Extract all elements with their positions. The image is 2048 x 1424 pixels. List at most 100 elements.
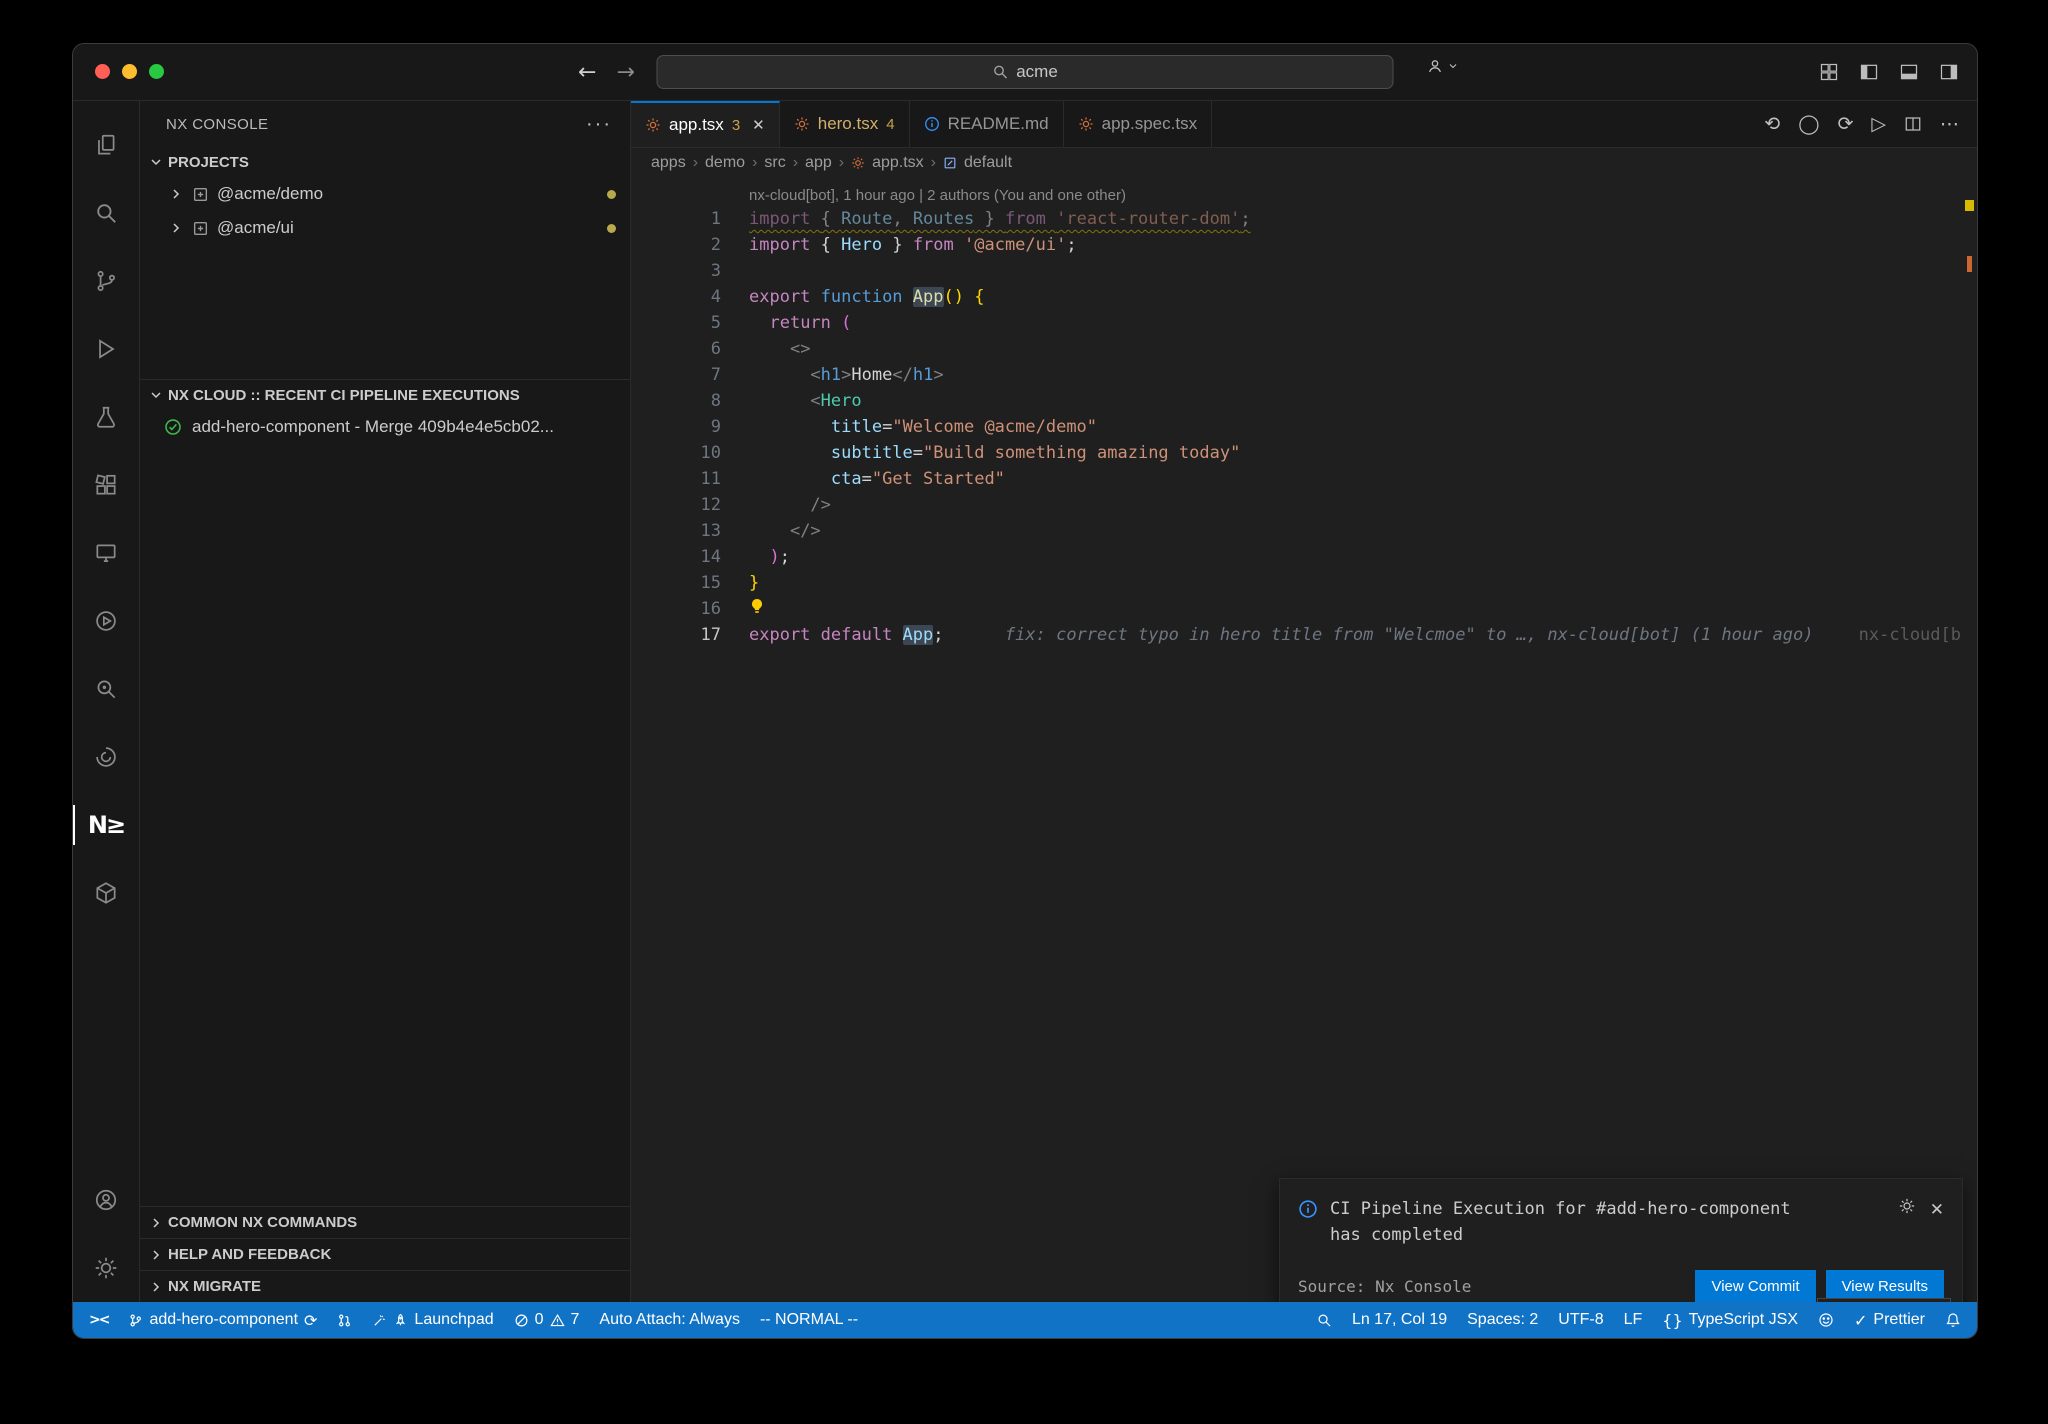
command-center-search[interactable]: acme bbox=[657, 55, 1394, 89]
nx-cloud-section-header[interactable]: NX CLOUD :: RECENT CI PIPELINE EXECUTION… bbox=[140, 380, 630, 410]
azure-icon[interactable] bbox=[73, 723, 139, 791]
line-number[interactable]: 12 bbox=[631, 492, 749, 518]
tab-app-spec-tsx[interactable]: app.spec.tsx bbox=[1064, 101, 1212, 147]
tab-readme-md[interactable]: README.md bbox=[910, 101, 1064, 147]
settings-gear-icon[interactable] bbox=[73, 1234, 139, 1302]
zoom-window-button[interactable] bbox=[149, 64, 164, 79]
cursor-position[interactable]: Ln 17, Col 19 bbox=[1342, 1302, 1457, 1338]
language-mode[interactable]: {}TypeScript JSX bbox=[1652, 1302, 1808, 1338]
code-line[interactable]: 2import { Hero } from '@acme/ui'; bbox=[631, 232, 1977, 258]
navigate-back-icon[interactable]: ← bbox=[578, 60, 596, 85]
indentation-indicator[interactable]: Spaces: 2 bbox=[1457, 1302, 1548, 1338]
nx-console-icon[interactable]: N≥ bbox=[73, 791, 139, 859]
branch-indicator[interactable]: add-hero-component ⟳ bbox=[118, 1302, 327, 1338]
breadcrumb-item[interactable]: apps bbox=[651, 154, 686, 172]
line-number[interactable]: 14 bbox=[631, 544, 749, 570]
code-line[interactable]: 10 subtitle="Build something amazing tod… bbox=[631, 440, 1977, 466]
code-line[interactable]: 16 bbox=[631, 596, 1977, 622]
line-number[interactable]: 13 bbox=[631, 518, 749, 544]
formatter-indicator[interactable]: ✓ Prettier bbox=[1844, 1302, 1935, 1338]
line-number[interactable]: 5 bbox=[631, 310, 749, 336]
code-line[interactable]: 4export function App() { bbox=[631, 284, 1977, 310]
more-actions-icon[interactable]: ··· bbox=[586, 113, 612, 136]
sync-changes-icon[interactable]: ⟳ bbox=[304, 1311, 317, 1330]
launchpad-button[interactable]: Launchpad bbox=[362, 1302, 503, 1338]
extensions-icon[interactable] bbox=[73, 451, 139, 519]
sync-icon[interactable]: ⟳ bbox=[1837, 113, 1853, 135]
encoding-indicator[interactable]: UTF-8 bbox=[1548, 1302, 1613, 1338]
testing-icon[interactable] bbox=[73, 383, 139, 451]
close-window-button[interactable] bbox=[95, 64, 110, 79]
code-editor[interactable]: nx-cloud[bot], 1 hour ago | 2 authors (Y… bbox=[631, 178, 1977, 1302]
code-line[interactable]: 3 bbox=[631, 258, 1977, 284]
tab-app-tsx[interactable]: app.tsx 3 ✕ bbox=[631, 101, 780, 147]
line-number[interactable]: 1 bbox=[631, 206, 749, 232]
projects-section-header[interactable]: PROJECTS bbox=[140, 147, 630, 177]
code-line[interactable]: nx-cloud[bot], 1 hour ago | 2 authors (Y… bbox=[631, 182, 1977, 206]
breadcrumb-item[interactable]: demo bbox=[705, 154, 745, 172]
source-control-icon[interactable] bbox=[73, 247, 139, 315]
code-line[interactable]: 5 return ( bbox=[631, 310, 1977, 336]
breadcrumb-item[interactable]: src bbox=[764, 154, 785, 172]
close-notification-icon[interactable]: ✕ bbox=[1930, 1197, 1944, 1248]
notifications-bell[interactable] bbox=[1935, 1302, 1971, 1338]
tab-hero-tsx[interactable]: hero.tsx 4 bbox=[780, 101, 910, 147]
code-search-icon[interactable] bbox=[73, 655, 139, 723]
code-line[interactable]: 14 ); bbox=[631, 544, 1977, 570]
outline-icon[interactable]: ◯ bbox=[1798, 113, 1819, 135]
accounts-icon[interactable] bbox=[73, 1166, 139, 1234]
code-line[interactable]: 1import { Route, Routes } from 'react-ro… bbox=[631, 206, 1977, 232]
explorer-icon[interactable] bbox=[73, 111, 139, 179]
code-line[interactable]: 9 title="Welcome @acme/demo" bbox=[631, 414, 1977, 440]
project-item-acme-demo[interactable]: @acme/demo bbox=[140, 177, 630, 211]
line-number[interactable] bbox=[631, 182, 749, 206]
line-number[interactable]: 15 bbox=[631, 570, 749, 596]
minimize-window-button[interactable] bbox=[122, 64, 137, 79]
notification-settings-gear-icon[interactable] bbox=[1898, 1197, 1916, 1215]
line-number[interactable]: 7 bbox=[631, 362, 749, 388]
line-number[interactable]: 3 bbox=[631, 258, 749, 284]
code-line[interactable]: 13 </> bbox=[631, 518, 1977, 544]
auto-attach-indicator[interactable]: Auto Attach: Always bbox=[589, 1302, 750, 1338]
line-number[interactable]: 16 bbox=[631, 596, 749, 622]
line-number[interactable]: 4 bbox=[631, 284, 749, 310]
code-line[interactable]: 11 cta="Get Started" bbox=[631, 466, 1977, 492]
line-number[interactable]: 17 bbox=[631, 622, 749, 648]
line-number[interactable]: 6 bbox=[631, 336, 749, 362]
run-and-debug-icon[interactable] bbox=[73, 315, 139, 383]
lightbulb-icon[interactable] bbox=[749, 598, 767, 614]
line-number[interactable]: 9 bbox=[631, 414, 749, 440]
view-commit-button[interactable]: View Commit bbox=[1695, 1270, 1815, 1302]
toggle-primary-sidebar-icon[interactable] bbox=[1859, 62, 1879, 82]
pipeline-execution-item[interactable]: add-hero-component - Merge 409b4e4e5cb02… bbox=[140, 410, 630, 444]
customize-layout-icon[interactable] bbox=[1819, 62, 1839, 82]
more-actions-icon[interactable]: ⋯ bbox=[1940, 113, 1959, 135]
run-file-icon[interactable]: ▷ bbox=[1871, 113, 1886, 135]
breadcrumb-item[interactable]: app.tsx bbox=[872, 154, 924, 172]
feedback-button[interactable] bbox=[1808, 1302, 1844, 1338]
section-help-and-feedback[interactable]: HELP AND FEEDBACK bbox=[140, 1239, 630, 1271]
toggle-secondary-sidebar-icon[interactable] bbox=[1939, 62, 1959, 82]
search-sidebar-icon[interactable] bbox=[73, 179, 139, 247]
pull-request-button[interactable] bbox=[327, 1302, 362, 1338]
code-line[interactable]: 12 /> bbox=[631, 492, 1977, 518]
line-number[interactable]: 2 bbox=[631, 232, 749, 258]
breadcrumb-item[interactable]: app bbox=[805, 154, 832, 172]
run-circle-icon[interactable] bbox=[73, 587, 139, 655]
toggle-panel-icon[interactable] bbox=[1899, 62, 1919, 82]
problems-indicator[interactable]: 0 7 bbox=[504, 1302, 590, 1338]
line-number[interactable]: 8 bbox=[631, 388, 749, 414]
line-number[interactable]: 11 bbox=[631, 466, 749, 492]
remote-explorer-icon[interactable] bbox=[73, 519, 139, 587]
code-line[interactable]: 15} bbox=[631, 570, 1977, 596]
split-editor-icon[interactable] bbox=[1904, 115, 1922, 133]
section-common-nx-commands[interactable]: COMMON NX COMMANDS bbox=[140, 1207, 630, 1239]
vim-mode-indicator[interactable]: -- NORMAL -- bbox=[750, 1302, 868, 1338]
containers-icon[interactable] bbox=[73, 859, 139, 927]
eol-indicator[interactable]: LF bbox=[1614, 1302, 1653, 1338]
accounts-menu-button[interactable] bbox=[1425, 56, 1459, 76]
section-nx-migrate[interactable]: NX MIGRATE bbox=[140, 1271, 630, 1302]
code-line[interactable]: 17export default App; fix: correct typo … bbox=[631, 622, 1977, 648]
line-number[interactable]: 10 bbox=[631, 440, 749, 466]
close-tab-icon[interactable]: ✕ bbox=[752, 116, 765, 134]
